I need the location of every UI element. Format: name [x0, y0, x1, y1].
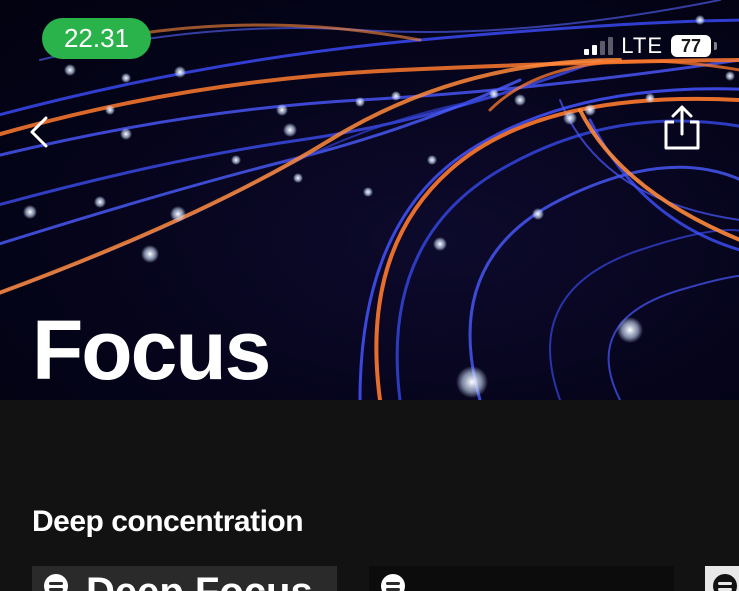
- section-title: Deep concentration: [32, 505, 304, 538]
- signal-icon: [584, 37, 614, 55]
- network-label: LTE: [621, 33, 663, 58]
- spotify-icon: [713, 574, 737, 591]
- app-screen: 22.31 LTE 77 Focus Deep concentration De…: [0, 0, 739, 591]
- page-title: Focus: [32, 303, 271, 397]
- spotify-icon: [381, 574, 405, 591]
- status-time: 22.31: [42, 18, 151, 59]
- playlist-card[interactable]: [705, 566, 739, 591]
- playlist-card[interactable]: Deep Focus: [32, 566, 337, 591]
- share-icon: [664, 105, 700, 150]
- playlist-card[interactable]: [369, 566, 674, 591]
- chevron-left-icon: [30, 116, 48, 148]
- share-button[interactable]: [660, 104, 704, 152]
- spotify-icon: [44, 574, 68, 591]
- back-button[interactable]: [22, 112, 58, 152]
- battery-icon: 77: [671, 35, 717, 57]
- status-indicators: LTE 77: [584, 30, 717, 62]
- playlist-card-title: Deep Focus: [86, 568, 313, 591]
